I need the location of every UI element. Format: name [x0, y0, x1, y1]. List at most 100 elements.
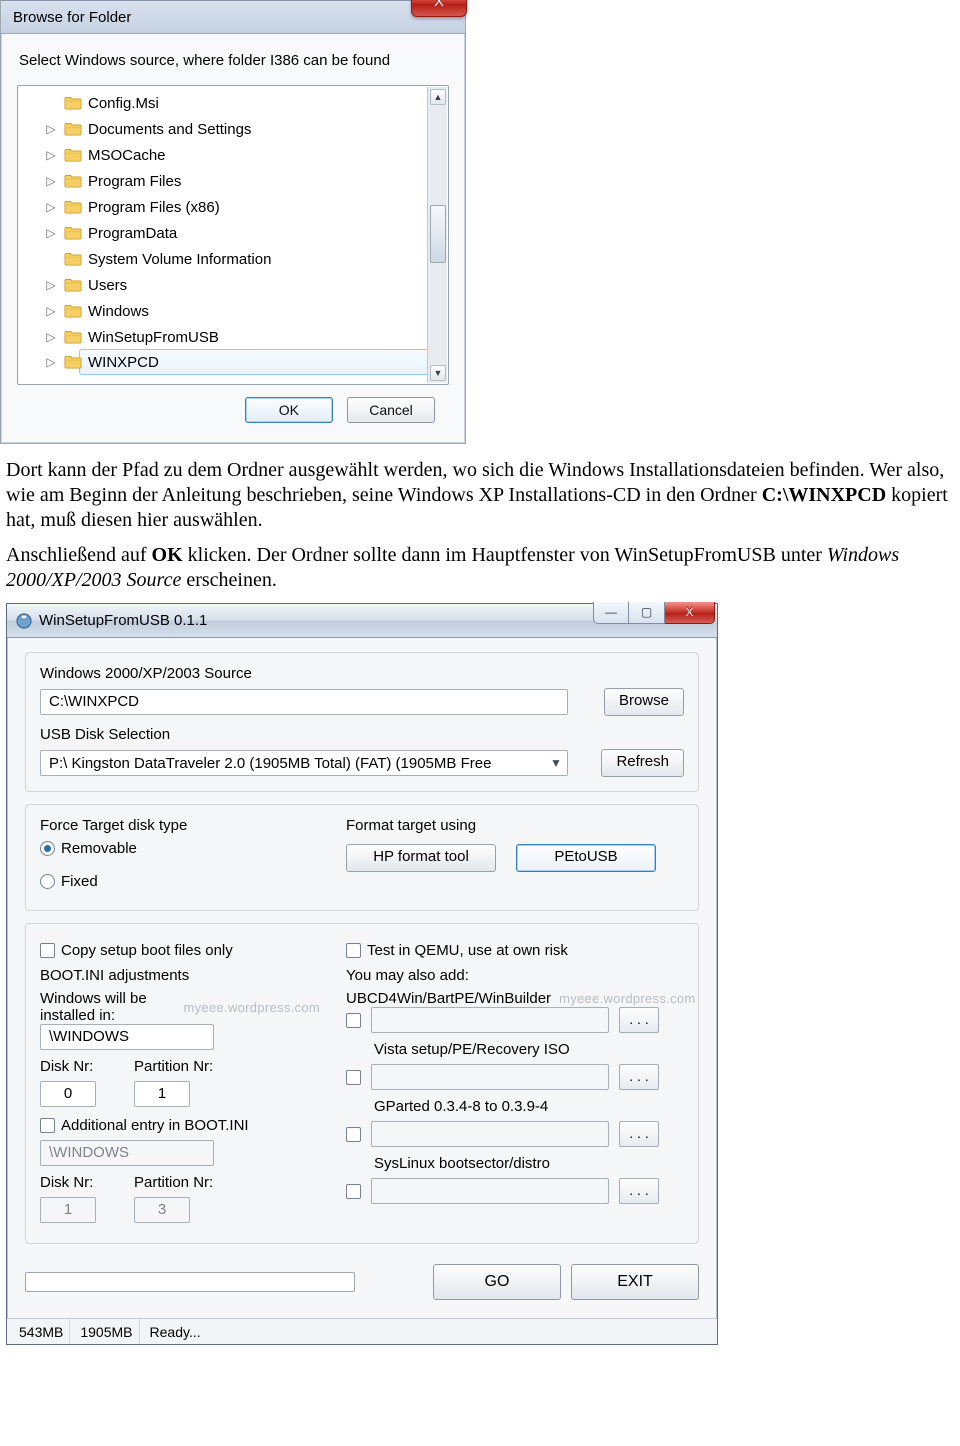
source-path-input[interactable]: C:\WINXPCD [40, 689, 568, 715]
radio-fixed[interactable]: Fixed [40, 873, 320, 890]
go-button[interactable]: GO [433, 1264, 561, 1300]
source-group: Windows 2000/XP/2003 Source C:\WINXPCD B… [25, 652, 699, 792]
add-vista-checkbox[interactable] [346, 1070, 361, 1085]
format-using-label: Format target using [346, 817, 684, 834]
folder-label: Windows [88, 303, 149, 320]
copy-setup-only-checkbox[interactable]: Copy setup boot files only [40, 942, 320, 959]
folder-tree-item[interactable]: ▷Windows [80, 298, 446, 324]
radio-fixed-label: Fixed [61, 873, 98, 890]
also-add-label: You may also add: [346, 967, 696, 984]
wsfu-body: Windows 2000/XP/2003 Source C:\WINXPCD B… [7, 638, 717, 1318]
add-gparted-browse[interactable]: . . . [619, 1121, 659, 1147]
folder-label: WINXPCD [88, 354, 159, 371]
additional-entry-checkbox[interactable]: Additional entry in BOOT.INI [40, 1117, 320, 1134]
add-gparted-checkbox[interactable] [346, 1127, 361, 1142]
window-controls: — ▢ X [593, 602, 715, 624]
copy-setup-only-label: Copy setup boot files only [61, 942, 233, 959]
folder-label: Program Files (x86) [88, 199, 220, 216]
scroll-up-button[interactable]: ▲ [430, 89, 446, 105]
minimize-button[interactable]: — [593, 602, 629, 624]
chevron-down-icon[interactable]: ▼ [545, 756, 567, 770]
add-gparted-label: GParted 0.3.4-8 to 0.3.9-4 [374, 1098, 696, 1115]
add-syslinux-checkbox[interactable] [346, 1184, 361, 1199]
wsfu-titlebar[interactable]: WinSetupFromUSB 0.1.1 — ▢ X [7, 604, 717, 638]
folder-label: Documents and Settings [88, 121, 251, 138]
exit-button[interactable]: EXIT [571, 1264, 699, 1300]
expander-icon[interactable]: ▷ [44, 122, 58, 136]
add-vista-path [371, 1064, 609, 1090]
browse-button[interactable]: Browse [604, 688, 684, 716]
source-label: Windows 2000/XP/2003 Source [40, 665, 684, 682]
petousb-button[interactable]: PEtoUSB [516, 844, 656, 872]
test-qemu-checkbox[interactable]: Test in QEMU, use at own risk [346, 942, 696, 959]
status-bar: 543MB 1905MB Ready... [7, 1318, 717, 1344]
expander-icon[interactable]: ▷ [44, 148, 58, 162]
folder-tree-item[interactable]: ▷Program Files (x86) [80, 194, 446, 220]
maximize-button[interactable]: ▢ [629, 602, 665, 624]
tree-scrollbar[interactable]: ▲ ▼ [427, 87, 447, 383]
expander-icon[interactable]: ▷ [44, 355, 58, 369]
part-nr-2-label: Partition Nr: [134, 1174, 213, 1191]
scroll-thumb[interactable] [430, 205, 446, 263]
checkbox-icon[interactable] [40, 943, 55, 958]
folder-tree[interactable]: ▷Config.Msi▷Documents and Settings▷MSOCa… [17, 85, 449, 385]
folder-tree-item[interactable]: ▷Documents and Settings [80, 116, 446, 142]
hp-format-tool-button[interactable]: HP format tool [346, 844, 496, 872]
add-syslinux-browse[interactable]: . . . [619, 1178, 659, 1204]
disk-nr-1-input[interactable]: 0 [40, 1081, 96, 1107]
expander-icon[interactable]: ▷ [44, 226, 58, 240]
status-cell-1: 543MB [13, 1319, 70, 1344]
folder-tree-item[interactable]: ▷Config.Msi [80, 90, 446, 116]
additional-entry-label: Additional entry in BOOT.INI [61, 1117, 249, 1134]
checkbox-icon[interactable] [346, 943, 361, 958]
usb-disk-selected: P:\ Kingston DataTraveler 2.0 (1905MB To… [49, 755, 545, 772]
add-gparted-path [371, 1121, 609, 1147]
part-nr-1-label: Partition Nr: [134, 1058, 213, 1075]
folder-tree-item[interactable]: ▷ProgramData [80, 220, 446, 246]
folder-tree-item[interactable]: ▷MSOCache [80, 142, 446, 168]
expander-icon[interactable]: ▷ [44, 278, 58, 292]
wsfu-title: WinSetupFromUSB 0.1.1 [39, 612, 207, 629]
part-nr-1-input[interactable]: 1 [134, 1081, 190, 1107]
folder-label: WinSetupFromUSB [88, 329, 219, 346]
radio-removable-indicator[interactable] [40, 841, 55, 856]
close-button[interactable]: X [665, 602, 715, 624]
format-group: Force Target disk type Removable Fixed F… [25, 804, 699, 911]
folder-tree-item[interactable]: ▷WINXPCD [79, 349, 447, 375]
add-syslinux-label: SysLinux bootsector/distro [374, 1155, 696, 1172]
refresh-button[interactable]: Refresh [601, 749, 684, 777]
scroll-down-button[interactable]: ▼ [430, 365, 446, 381]
expander-icon[interactable]: ▷ [44, 330, 58, 344]
install-path-2-input: \WINDOWS [40, 1140, 214, 1166]
folder-tree-item[interactable]: ▷Users [80, 272, 446, 298]
part-nr-2-input: 3 [134, 1197, 190, 1223]
dialog-titlebar[interactable]: Browse for Folder X [1, 0, 465, 34]
radio-fixed-indicator[interactable] [40, 874, 55, 889]
add-ubcd-label: UBCD4Win/BartPE/WinBuilder [346, 990, 551, 1007]
cancel-button[interactable]: Cancel [347, 397, 435, 423]
add-ubcd-browse[interactable]: . . . [619, 1007, 659, 1033]
close-button[interactable]: X [411, 0, 467, 17]
radio-removable[interactable]: Removable [40, 840, 320, 857]
dialog-button-row: OK Cancel [17, 385, 449, 437]
expander-icon[interactable]: ▷ [44, 174, 58, 188]
usb-label: USB Disk Selection [40, 726, 684, 743]
force-type-label: Force Target disk type [40, 817, 320, 834]
folder-label: ProgramData [88, 225, 177, 242]
expander-icon[interactable]: ▷ [44, 200, 58, 214]
app-icon [15, 612, 33, 630]
folder-tree-item[interactable]: ▷System Volume Information [80, 246, 446, 272]
test-qemu-label: Test in QEMU, use at own risk [367, 942, 568, 959]
usb-disk-combobox[interactable]: P:\ Kingston DataTraveler 2.0 (1905MB To… [40, 750, 568, 776]
add-ubcd-path [371, 1007, 609, 1033]
ok-button[interactable]: OK [245, 397, 333, 423]
folder-tree-item[interactable]: ▷WinSetupFromUSB [80, 324, 446, 350]
dialog-body: Select Windows source, where folder I386… [1, 34, 465, 443]
checkbox-icon[interactable] [40, 1118, 55, 1133]
folder-tree-item[interactable]: ▷Program Files [80, 168, 446, 194]
add-vista-browse[interactable]: . . . [619, 1064, 659, 1090]
expander-icon[interactable]: ▷ [44, 304, 58, 318]
install-path-1-input[interactable]: \WINDOWS [40, 1024, 214, 1050]
disk-nr-2-input: 1 [40, 1197, 96, 1223]
add-ubcd-checkbox[interactable] [346, 1013, 361, 1028]
